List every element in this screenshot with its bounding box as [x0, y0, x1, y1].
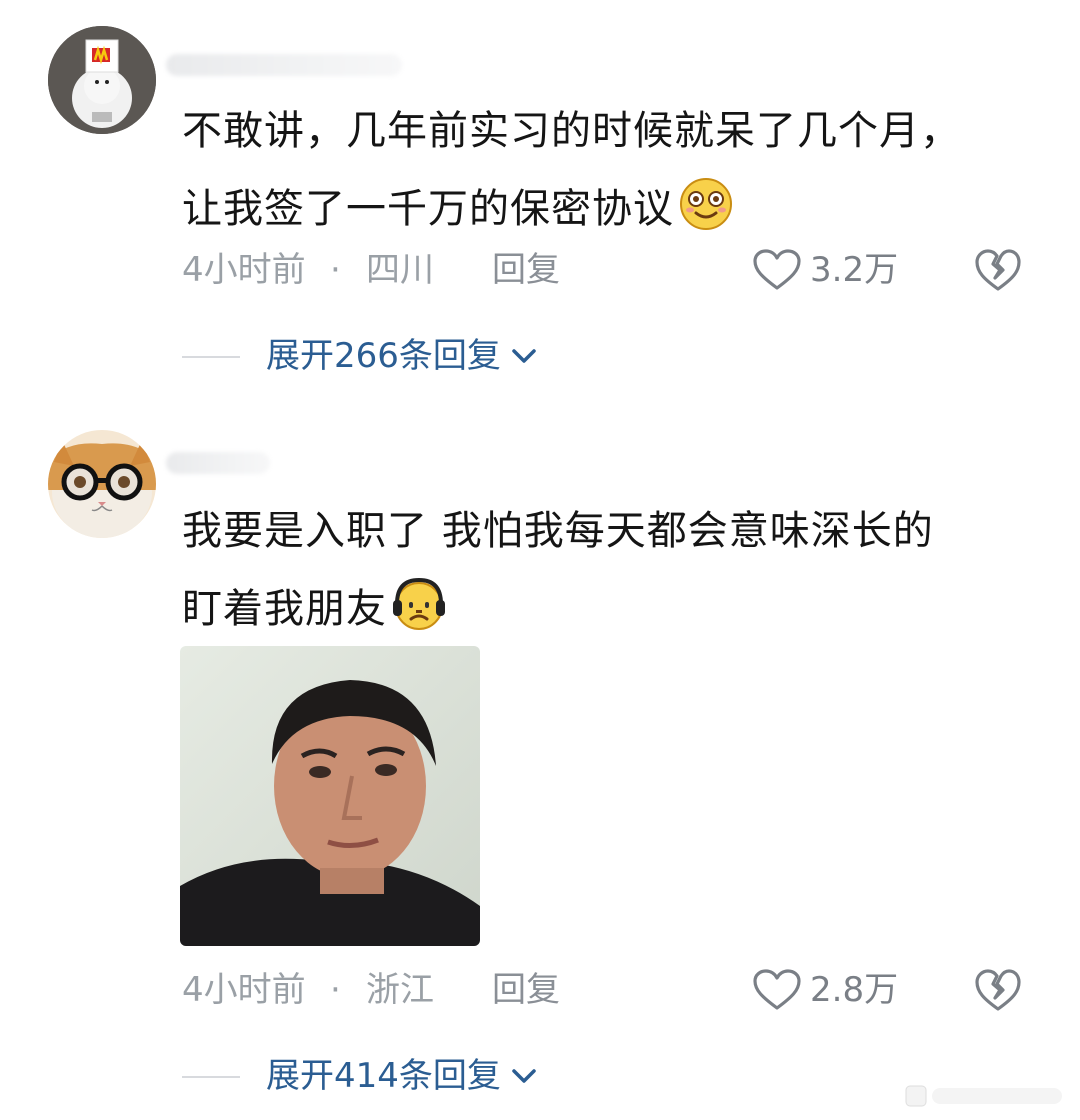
comment-text: 不敢讲，几年前实习的时候就呆了几个月， 让我签了一千万的保密协议: [182, 108, 961, 232]
like-count: 2.8万: [810, 970, 899, 1010]
broken-heart-icon: [975, 249, 1021, 291]
expand-replies-label: 展开414条回复: [266, 1056, 501, 1096]
headphone-sad-emoji: [391, 576, 447, 632]
chevron-down-icon: [512, 349, 536, 363]
comment-image[interactable]: [180, 646, 480, 946]
avatar[interactable]: [48, 26, 156, 134]
username-redacted[interactable]: [166, 452, 270, 474]
username-redacted[interactable]: [166, 54, 402, 76]
timestamp: 4小时前: [182, 970, 306, 1010]
expand-replies[interactable]: 展开266条回复: [182, 334, 782, 378]
separator: ·: [330, 250, 341, 290]
comment-meta: 4小时前 · 浙江 回复 2.8万: [182, 968, 1042, 1012]
timestamp: 4小时前: [182, 250, 306, 290]
dislike-button[interactable]: [974, 966, 1022, 1014]
comment-meta: 4小时前 · 四川 回复 3.2万: [182, 248, 1042, 292]
broken-heart-icon: [975, 969, 1021, 1011]
heart-outline-icon: [753, 969, 801, 1010]
watermark-mark: [905, 1085, 1062, 1107]
reply-button[interactable]: 回复: [492, 248, 560, 292]
avatar[interactable]: [48, 430, 156, 538]
like-count: 3.2万: [810, 250, 899, 290]
like-button[interactable]: 2.8万: [752, 968, 898, 1012]
expand-replies[interactable]: 展开414条回复: [182, 1054, 782, 1098]
chevron-down-icon: [512, 1069, 536, 1083]
comment-text: 我要是入职了 我怕我每天都会意味深长的 盯着我朋友: [182, 508, 934, 632]
dizzy-eyes-emoji: [678, 176, 734, 232]
heart-outline-icon: [753, 249, 801, 290]
separator: ·: [330, 970, 341, 1010]
reply-button[interactable]: 回复: [492, 968, 560, 1012]
expand-replies-link[interactable]: 展开266条回复: [266, 334, 539, 378]
divider: [182, 1076, 240, 1078]
like-button[interactable]: 3.2万: [752, 248, 898, 292]
expand-replies-label: 展开266条回复: [266, 336, 501, 376]
dislike-button[interactable]: [974, 246, 1022, 294]
location: 浙江: [366, 970, 434, 1010]
location: 四川: [366, 250, 434, 290]
expand-replies-link[interactable]: 展开414条回复: [266, 1054, 539, 1098]
divider: [182, 356, 240, 358]
